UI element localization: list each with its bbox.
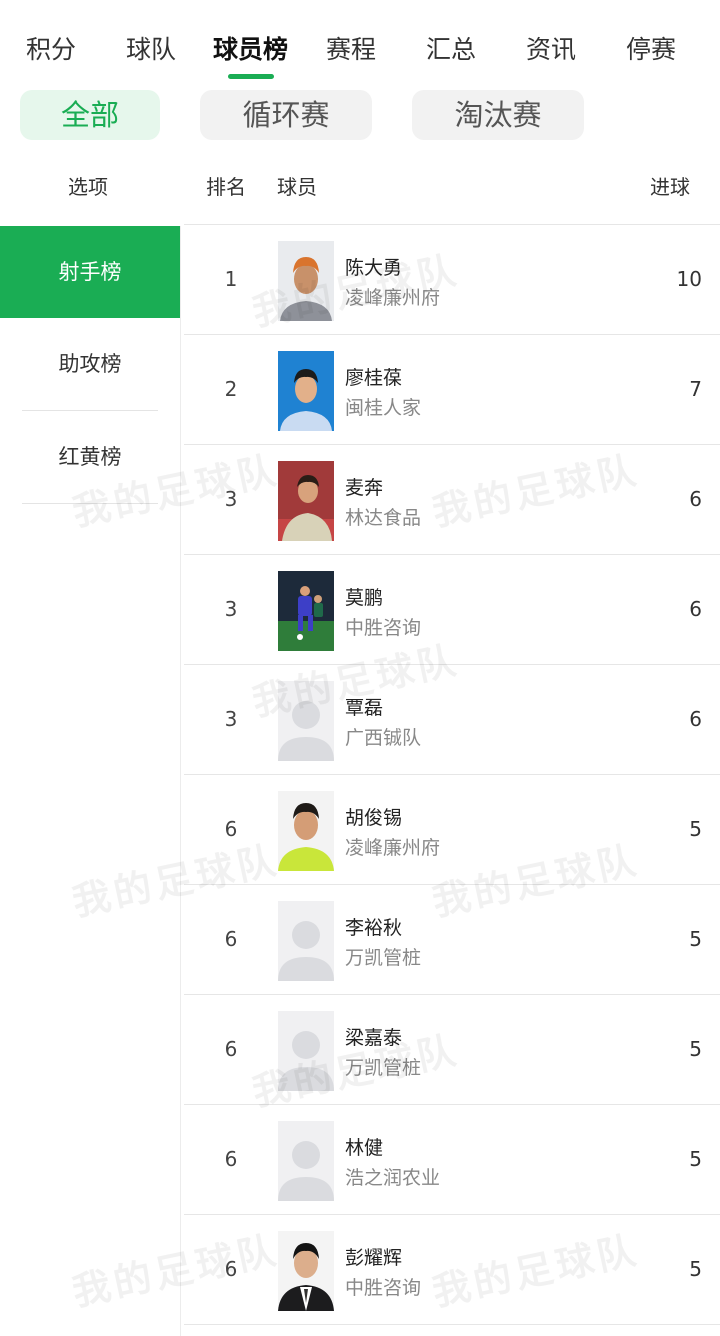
- player-photo-icon: [278, 791, 334, 871]
- sidebar-item-cards[interactable]: 红黄榜: [0, 411, 180, 503]
- table-row[interactable]: 2 廖桂葆 闽桂人家 7: [184, 334, 720, 444]
- sidebar-item-top-scorers[interactable]: 射手榜: [0, 226, 180, 318]
- player-name[interactable]: 彭耀辉: [345, 1243, 402, 1270]
- column-header-goals: 进球: [650, 175, 690, 199]
- player-name[interactable]: 廖桂葆: [345, 363, 402, 390]
- rank-value: 6: [224, 927, 238, 951]
- rank-value: 6: [224, 817, 238, 841]
- player-name[interactable]: 林健: [345, 1133, 383, 1160]
- goals-value: 6: [689, 707, 702, 731]
- player-name[interactable]: 梁嘉泰: [345, 1023, 402, 1050]
- top-nav: 积分 球队 球员榜 赛程 汇总 资讯 停赛: [0, 0, 720, 88]
- player-name[interactable]: 李裕秋: [345, 913, 402, 940]
- player-list: 1 陈大勇 凌峰廉州府 10 2 廖桂葆 闽桂人家 7 3 麦奔 林达食品 6 …: [184, 224, 720, 1325]
- player-team: 凌峰廉州府: [345, 837, 441, 859]
- player-team: 广西铖队: [345, 727, 422, 749]
- goals-value: 6: [689, 597, 702, 621]
- table-row[interactable]: 6 林健 浩之润农业 5: [184, 1104, 720, 1214]
- sidebar-item-assists[interactable]: 助攻榜: [0, 318, 180, 410]
- player-team: 林达食品: [345, 507, 422, 529]
- player-team: 凌峰廉州府: [345, 287, 441, 309]
- player-team: 万凯管桩: [345, 947, 422, 969]
- column-header-player: 球员: [277, 175, 317, 199]
- table-row[interactable]: 3 莫鹏 中胜咨询 6: [184, 554, 720, 664]
- player-photo-icon: [278, 241, 334, 321]
- player-photo: [278, 461, 334, 541]
- table-row[interactable]: 6 胡俊锡 凌峰廉州府 5: [184, 774, 720, 884]
- player-photo: [278, 351, 334, 431]
- placeholder-avatar-icon: [278, 681, 334, 761]
- player-name[interactable]: 胡俊锡: [345, 803, 402, 830]
- column-header-option: 选项: [68, 175, 108, 199]
- player-photo: [278, 241, 334, 321]
- rank-value: 6: [224, 1037, 238, 1061]
- placeholder-avatar-icon: [278, 901, 334, 981]
- table-row[interactable]: 6 李裕秋 万凯管桩 5: [184, 884, 720, 994]
- player-photo-icon: [278, 461, 334, 541]
- placeholder-avatar-icon: [278, 1121, 334, 1201]
- table-row[interactable]: 6 彭耀辉 中胜咨询 5: [184, 1214, 720, 1324]
- player-photo: [278, 1231, 334, 1311]
- goals-value: 5: [689, 817, 702, 841]
- goals-value: 5: [689, 1037, 702, 1061]
- rank-value: 3: [224, 707, 238, 731]
- filter-round-robin[interactable]: 循环赛: [200, 90, 372, 140]
- rank-value: 1: [224, 267, 238, 291]
- goals-value: 10: [676, 267, 702, 291]
- player-photo-icon: [278, 571, 334, 651]
- table-row[interactable]: 3 覃磊 广西铖队 6: [184, 664, 720, 774]
- player-name[interactable]: 覃磊: [345, 693, 383, 720]
- table-row[interactable]: 6 梁嘉泰 万凯管桩 5: [184, 994, 720, 1104]
- rank-value: 2: [224, 377, 238, 401]
- player-team: 中胜咨询: [345, 1277, 422, 1299]
- goals-value: 5: [689, 1147, 702, 1171]
- goals-value: 5: [689, 927, 702, 951]
- filter-all[interactable]: 全部: [20, 90, 160, 140]
- table-row[interactable]: 1 陈大勇 凌峰廉州府 10: [184, 224, 720, 334]
- tab-schedule[interactable]: 赛程: [326, 30, 376, 66]
- player-team: 闽桂人家: [345, 397, 422, 419]
- sidebar-divider: [22, 503, 158, 504]
- tab-teams[interactable]: 球队: [126, 30, 176, 66]
- placeholder-avatar-icon: [278, 1011, 334, 1091]
- player-photo: [278, 791, 334, 871]
- sidebar: 射手榜 助攻榜 红黄榜: [0, 226, 181, 1336]
- table-row[interactable]: 3 麦奔 林达食品 6: [184, 444, 720, 554]
- list-divider: [184, 1324, 720, 1325]
- filter-knockout[interactable]: 淘汰赛: [412, 90, 584, 140]
- rank-value: 6: [224, 1147, 238, 1171]
- active-tab-indicator: [228, 74, 274, 79]
- player-name[interactable]: 麦奔: [345, 473, 383, 500]
- player-team: 中胜咨询: [345, 617, 422, 639]
- tab-standings[interactable]: 积分: [26, 30, 76, 66]
- player-photo-icon: [278, 1231, 334, 1311]
- rank-value: 3: [224, 597, 238, 621]
- tab-summary[interactable]: 汇总: [426, 30, 476, 66]
- tab-player-rankings[interactable]: 球员榜: [213, 30, 288, 66]
- rank-value: 6: [224, 1257, 238, 1281]
- goals-value: 6: [689, 487, 702, 511]
- tab-news[interactable]: 资讯: [526, 30, 576, 66]
- player-photo-icon: [278, 351, 334, 431]
- player-team: 浩之润农业: [345, 1167, 441, 1189]
- player-name[interactable]: 陈大勇: [345, 253, 402, 280]
- column-header-rank: 排名: [206, 175, 246, 199]
- goals-value: 7: [689, 377, 702, 401]
- tab-suspensions[interactable]: 停赛: [626, 30, 676, 66]
- player-name[interactable]: 莫鹏: [345, 583, 383, 610]
- rank-value: 3: [224, 487, 238, 511]
- goals-value: 5: [689, 1257, 702, 1281]
- player-team: 万凯管桩: [345, 1057, 422, 1079]
- player-photo: [278, 571, 334, 651]
